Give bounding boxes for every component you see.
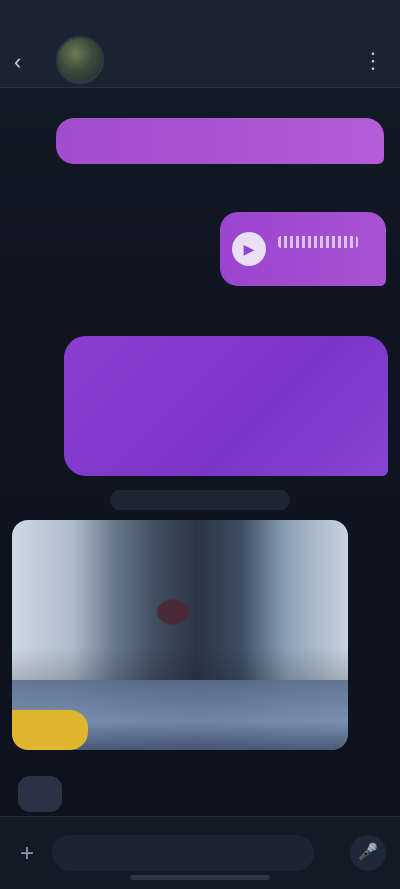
play-icon[interactable]: ▶: [232, 232, 266, 266]
chat-screen: ‹ ⋮ ▶ + 🎤: [0, 0, 400, 889]
media-badge: [12, 710, 88, 750]
voice-waveform[interactable]: [278, 236, 358, 248]
plus-icon[interactable]: +: [12, 839, 42, 869]
date-separator: [110, 490, 290, 510]
back-chevron-icon[interactable]: ‹: [14, 48, 42, 76]
contact-name[interactable]: [118, 44, 278, 66]
media-message[interactable]: [12, 520, 348, 750]
contact-avatar[interactable]: [56, 36, 104, 84]
message-input[interactable]: [52, 835, 314, 871]
microphone-icon[interactable]: 🎤: [350, 835, 386, 871]
chat-header: ‹ ⋮: [0, 0, 400, 88]
outgoing-message-1[interactable]: [56, 118, 384, 164]
emoji-icon[interactable]: [18, 776, 62, 812]
home-indicator: [130, 875, 270, 880]
more-vertical-icon[interactable]: ⋮: [358, 46, 388, 76]
outgoing-voice-message[interactable]: ▶: [220, 212, 386, 286]
outgoing-message-2[interactable]: [64, 336, 388, 476]
